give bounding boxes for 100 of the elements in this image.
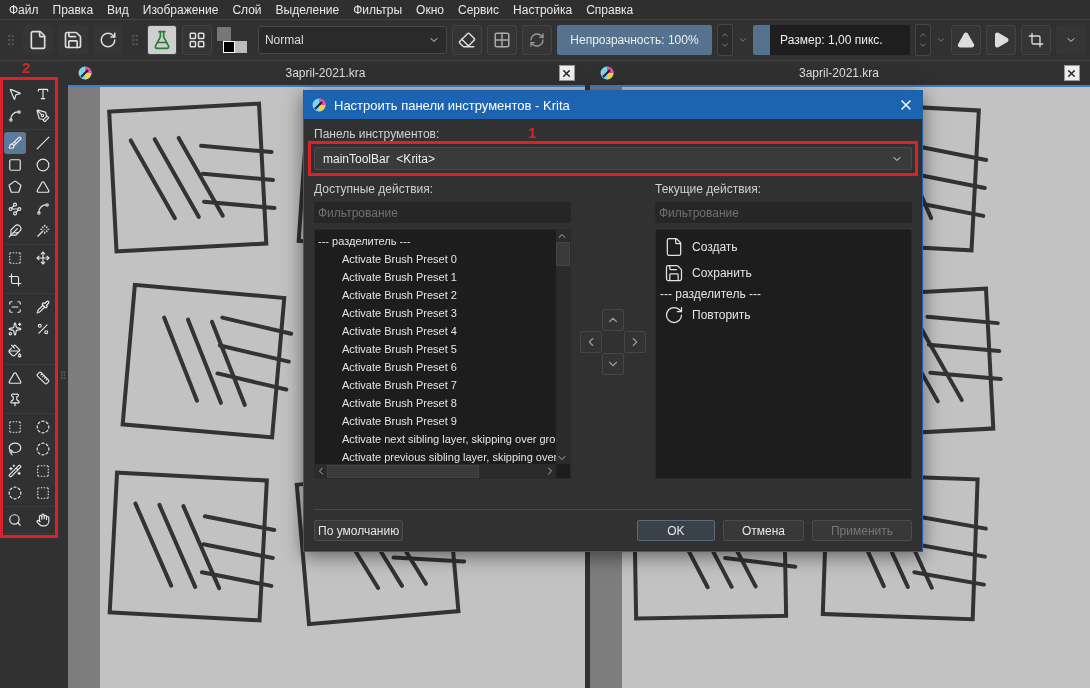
action-label: Создать (692, 240, 738, 254)
menu-item[interactable]: Изображение (135, 2, 226, 17)
pin-icon (8, 393, 22, 407)
menu-item[interactable]: Сервис (451, 2, 507, 17)
action-item[interactable]: Activate Brush Preset 7 (318, 376, 553, 394)
app-logo-icon (600, 66, 614, 80)
menu-item[interactable]: Файл (2, 2, 46, 17)
list-label: Текущие действия: (655, 182, 762, 196)
annotation-number: 2 (22, 60, 31, 75)
move-icon (36, 251, 50, 265)
app-logo-icon (312, 98, 326, 112)
dialog-button[interactable]: Отмена (722, 520, 804, 541)
opacity-slider[interactable]: Непрозрачность: 100% (557, 25, 712, 55)
new-document-button[interactable] (23, 25, 53, 55)
action-item[interactable]: Activate Brush Preset 2 (318, 286, 553, 304)
toolbar-dropdown[interactable]: mainToolBar <Krita> (314, 147, 912, 170)
caret-icon (936, 35, 946, 45)
document-tab[interactable]: 3april-2021.kra (590, 61, 1090, 87)
brush-icon (8, 136, 22, 150)
menu-item[interactable]: Правка (45, 2, 101, 17)
action-item[interactable]: Activate Brush Preset 8 (318, 394, 553, 412)
mirror-horizontal-button[interactable] (951, 25, 981, 55)
transform-icon (8, 251, 22, 265)
action-item[interactable]: Сохранить (660, 260, 907, 286)
scrollbar-thumb[interactable] (556, 242, 570, 266)
triangle-icon (957, 31, 975, 49)
action-label: Повторить (692, 308, 751, 322)
tool-button[interactable] (4, 132, 26, 154)
action-item[interactable]: Activate Brush Preset 4 (318, 322, 553, 340)
line-icon (36, 136, 50, 150)
close-tab-button[interactable] (559, 65, 575, 81)
paint-bucket-icon (8, 344, 22, 358)
grid-icon (188, 31, 206, 49)
dialog-button[interactable]: По умолчанию (314, 520, 404, 541)
action-item[interactable]: Activate Brush Preset 9 (318, 412, 553, 430)
move-left-button[interactable] (580, 330, 602, 353)
alpha-lock-button[interactable] (487, 25, 518, 55)
action-item[interactable]: Повторить (660, 302, 907, 328)
filter-field[interactable]: Фильтрование (314, 202, 571, 223)
path-icon (8, 202, 22, 216)
brush-settings-button[interactable] (182, 25, 212, 55)
list-label: Доступные действия: (314, 182, 434, 196)
menu-item[interactable]: Выделение (268, 2, 347, 17)
close-icon (1066, 67, 1078, 79)
save-button[interactable] (58, 25, 88, 55)
vertical-scrollbar[interactable] (556, 230, 570, 464)
size-slider[interactable]: Размер: 1,00 пикс. (752, 25, 911, 55)
action-item[interactable]: Activate Brush Preset 6 (318, 358, 553, 376)
curve-icon (8, 109, 22, 123)
scrollbar-thumb[interactable] (327, 464, 479, 478)
dashed-circle-icon (8, 486, 22, 500)
redo-button[interactable] (93, 25, 123, 55)
action-item[interactable]: Activate Brush Preset 5 (318, 340, 553, 358)
sparkle-icon (8, 322, 22, 336)
eraser-button[interactable] (452, 25, 483, 55)
menu-item[interactable]: Вид (100, 2, 136, 17)
crop-icon (8, 273, 22, 287)
pen-icon (36, 109, 50, 123)
menu-item[interactable]: Справка (579, 2, 641, 17)
dashed-rectangle-icon (36, 464, 50, 478)
dashed-rectangle-icon (36, 486, 50, 500)
field-label: Панель инструментов: (314, 127, 440, 141)
polygon-icon (8, 180, 22, 194)
mirror-vertical-button[interactable] (986, 25, 1016, 55)
brush-preset-button[interactable] (147, 25, 177, 55)
triangle-icon (992, 31, 1010, 49)
feather-icon (8, 224, 22, 238)
move-right-button[interactable] (624, 330, 646, 353)
menu-item[interactable]: Настройка (506, 2, 580, 17)
curve-icon (36, 202, 50, 216)
action-item[interactable]: Activate next sibling layer, skipping over gro (318, 430, 553, 448)
document-tab[interactable]: 3april-2021.kra (68, 61, 585, 87)
eyedropper-icon (36, 300, 50, 314)
close-tab-button[interactable] (1064, 65, 1080, 81)
action-label: Сохранить (692, 266, 752, 280)
move-down-button[interactable] (602, 352, 624, 375)
menu-item[interactable]: Слой (225, 2, 269, 17)
filter-field[interactable]: Фильтрование (655, 202, 912, 223)
triangle-icon (8, 371, 22, 385)
checker-icon (493, 31, 512, 49)
action-item[interactable]: Создать (660, 234, 907, 260)
action-item[interactable]: Activate Brush Preset 0 (318, 250, 553, 268)
separator-item[interactable]: --- разделитель --- (660, 286, 907, 302)
move-up-button[interactable] (602, 308, 624, 331)
percent-icon (36, 322, 50, 336)
menu-item[interactable]: Фильтры (346, 2, 410, 17)
separator-item[interactable]: --- разделитель --- (318, 232, 553, 250)
action-item[interactable]: Activate Brush Preset 1 (318, 268, 553, 286)
horizontal-scrollbar[interactable] (315, 464, 556, 478)
redo-icon (99, 31, 117, 49)
action-item[interactable]: Activate Brush Preset 3 (318, 304, 553, 322)
menu-item[interactable]: Окно (409, 2, 451, 17)
refresh-icon (529, 32, 546, 48)
wrap-around-button[interactable] (1021, 25, 1051, 55)
blend-mode-dropdown[interactable]: Normal (257, 26, 448, 54)
annotation-number: 1 (528, 125, 537, 140)
reload-button[interactable] (522, 25, 553, 55)
zoom-icon (8, 513, 22, 527)
splitter-handle-icon (58, 369, 68, 380)
dialog-button[interactable]: OK (636, 520, 715, 541)
